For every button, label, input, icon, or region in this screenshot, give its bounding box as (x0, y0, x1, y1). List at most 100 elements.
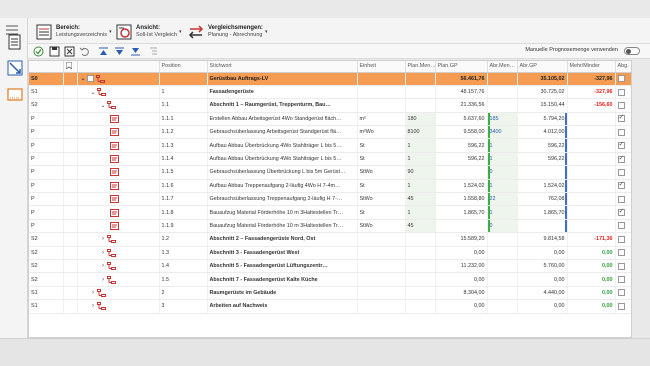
abgerechnet-checkbox[interactable] (617, 113, 625, 123)
plan-menge-cell[interactable]: 1 (405, 152, 436, 167)
chevron-down-icon[interactable]: ⌄ (80, 75, 87, 82)
abg-cell[interactable] (615, 205, 631, 220)
abg-cell[interactable] (615, 98, 631, 113)
chevron-right-icon[interactable]: › (100, 263, 107, 269)
bookmark-cell[interactable] (63, 219, 78, 234)
table-row[interactable]: P 1.1.4 Aufbau Abbau Überbrückung 4Wo Stah… (29, 152, 631, 167)
abgerechnet-checkbox[interactable] (617, 180, 625, 190)
bookmark-cell[interactable] (63, 179, 78, 194)
tree-cell[interactable] (77, 165, 160, 180)
abr-menge-cell[interactable]: 22 (487, 192, 518, 207)
expand-all-icon[interactable] (114, 46, 125, 57)
table-row[interactable]: P 1.1.6 Aufbau Abbau Treppenaufgang 2-läuf… (29, 179, 631, 194)
table-row[interactable]: S2 › 1.2 Abschnitt 2 – Fassadengerüste Nord… (29, 232, 631, 247)
abg-cell[interactable] (615, 286, 631, 301)
tree-cell[interactable] (77, 152, 160, 167)
abg-cell[interactable] (615, 246, 631, 260)
tree-cell[interactable] (77, 112, 160, 127)
bookmark-cell[interactable] (63, 272, 78, 287)
table-row[interactable]: P 1.1.7 Gebrauchsüberlassung Treppenaufgan… (29, 192, 631, 207)
abr-menge-cell[interactable]: 3400 (487, 125, 518, 140)
abr-menge-cell[interactable]: 1 (487, 205, 518, 220)
undo-icon[interactable] (79, 46, 90, 57)
abg-cell[interactable] (615, 112, 631, 127)
abg-cell[interactable] (615, 272, 631, 287)
col-header-abr-menge[interactable]: Abr.Men… (487, 61, 518, 73)
tree-cell[interactable]: › (77, 286, 160, 301)
abr-menge-cell[interactable]: 1 (487, 152, 518, 167)
abg-cell[interactable] (615, 138, 631, 153)
abgerechnet-checkbox[interactable] (617, 128, 625, 136)
tree-cell[interactable]: › (77, 232, 160, 247)
abgerechnet-checkbox[interactable] (617, 75, 625, 83)
tree-cell[interactable]: › (77, 299, 160, 314)
col-header-position[interactable]: Position (159, 61, 208, 73)
folder-icon[interactable] (7, 86, 23, 102)
close-icon[interactable] (64, 46, 75, 57)
bookmark-cell[interactable] (63, 85, 78, 100)
abgerechnet-checkbox[interactable] (617, 154, 625, 163)
bookmark-cell[interactable] (63, 165, 78, 180)
table-row[interactable]: P 1.1.8 Bauaufzug Material Förderhöhe 10 m… (29, 205, 631, 220)
bookmark-cell[interactable] (63, 125, 78, 140)
tree-cell[interactable] (77, 179, 160, 194)
abg-cell[interactable] (615, 259, 631, 274)
plan-menge-cell[interactable]: 180 (405, 112, 436, 127)
tree-cell[interactable]: ⌄ (77, 72, 160, 86)
table-row[interactable]: S2 › 1.3 Abschnitt 3 - Fassadengerüst West 0… (29, 246, 631, 260)
bookmark-cell[interactable] (63, 152, 78, 167)
abr-menge-cell[interactable]: 185 (487, 112, 518, 127)
abgerechnet-checkbox[interactable] (617, 88, 625, 96)
collapse-all-icon[interactable] (98, 46, 109, 57)
table-row[interactable]: S2 › 1.4 Abschnitt 5 - Fassadengerüst Lüftu… (29, 259, 631, 274)
plan-menge-cell[interactable]: 45 (405, 219, 436, 234)
bookmark-cell[interactable] (63, 138, 78, 153)
col-header-plan-gp[interactable]: Plan.GP (435, 61, 488, 73)
abgerechnet-checkbox[interactable] (617, 302, 625, 310)
table-row[interactable]: P 1.1.2 Gebrauchsüberlassung Arbeitsgerüst… (29, 125, 631, 140)
abg-cell[interactable] (615, 125, 631, 140)
abgerechnet-checkbox[interactable] (617, 222, 625, 230)
abgerechnet-checkbox[interactable] (617, 249, 625, 257)
chevron-right-icon[interactable]: › (90, 290, 97, 296)
col-header-mehr-minder[interactable]: Mehr/Minder (567, 61, 616, 73)
col-header-abg[interactable]: Abg. (615, 61, 631, 73)
abg-cell[interactable] (615, 232, 631, 247)
vergleich-selector[interactable]: Vergleichsmengen: Planung - Abrechnung ▾ (188, 22, 268, 42)
plan-menge-cell[interactable]: 8100 (405, 125, 436, 140)
bookmark-cell[interactable] (63, 299, 78, 314)
bookmark-cell[interactable] (63, 205, 78, 220)
abgerechnet-checkbox[interactable] (617, 289, 625, 297)
tree-cell[interactable] (77, 205, 160, 220)
abgerechnet-checkbox[interactable] (617, 195, 625, 203)
bookmark-cell[interactable] (63, 286, 78, 301)
plan-menge-cell[interactable]: 90 (405, 165, 436, 180)
abr-menge-cell[interactable]: 0 (487, 219, 518, 234)
tree-cell[interactable] (77, 125, 160, 140)
tree-cell[interactable]: ⌄ (77, 85, 160, 100)
abg-cell[interactable] (615, 72, 631, 86)
abgerechnet-checkbox[interactable] (617, 235, 625, 243)
abg-cell[interactable] (615, 219, 631, 234)
row-select-checkbox[interactable] (86, 75, 94, 83)
table-row[interactable]: P 1.1.5 Gebrauchsüberlassung Überbrückung … (29, 165, 631, 180)
abgerechnet-checkbox[interactable] (617, 140, 625, 150)
confirm-icon[interactable] (33, 46, 44, 57)
chevron-right-icon[interactable]: › (100, 250, 107, 256)
hamburger-menu-icon[interactable] (6, 25, 18, 35)
abg-cell[interactable] (615, 192, 631, 207)
bookmark-cell[interactable] (63, 192, 78, 207)
abgerechnet-checkbox[interactable] (617, 207, 625, 217)
abgerechnet-checkbox[interactable] (617, 168, 625, 176)
tree-cell[interactable]: › (77, 272, 160, 287)
abg-cell[interactable] (615, 179, 631, 194)
chevron-right-icon[interactable]: › (90, 303, 97, 309)
save-icon[interactable] (49, 46, 60, 57)
plan-menge-cell[interactable]: 1 (405, 138, 436, 153)
table-row[interactable]: S1 ⌄ 1 Fassadengerüste 48.157,76 30.725,02 -32… (29, 85, 631, 100)
tree-structure-icon[interactable] (148, 46, 159, 57)
table-row[interactable]: S0 ⌄ Gerüstbau Auftrags-LV 56.461,76 35.105,… (29, 72, 631, 86)
bereich-selector[interactable]: Bereich: Leistungsverzeichnis ▾ (36, 22, 112, 42)
tree-cell[interactable] (77, 138, 160, 153)
tree-cell[interactable]: › (77, 259, 160, 274)
